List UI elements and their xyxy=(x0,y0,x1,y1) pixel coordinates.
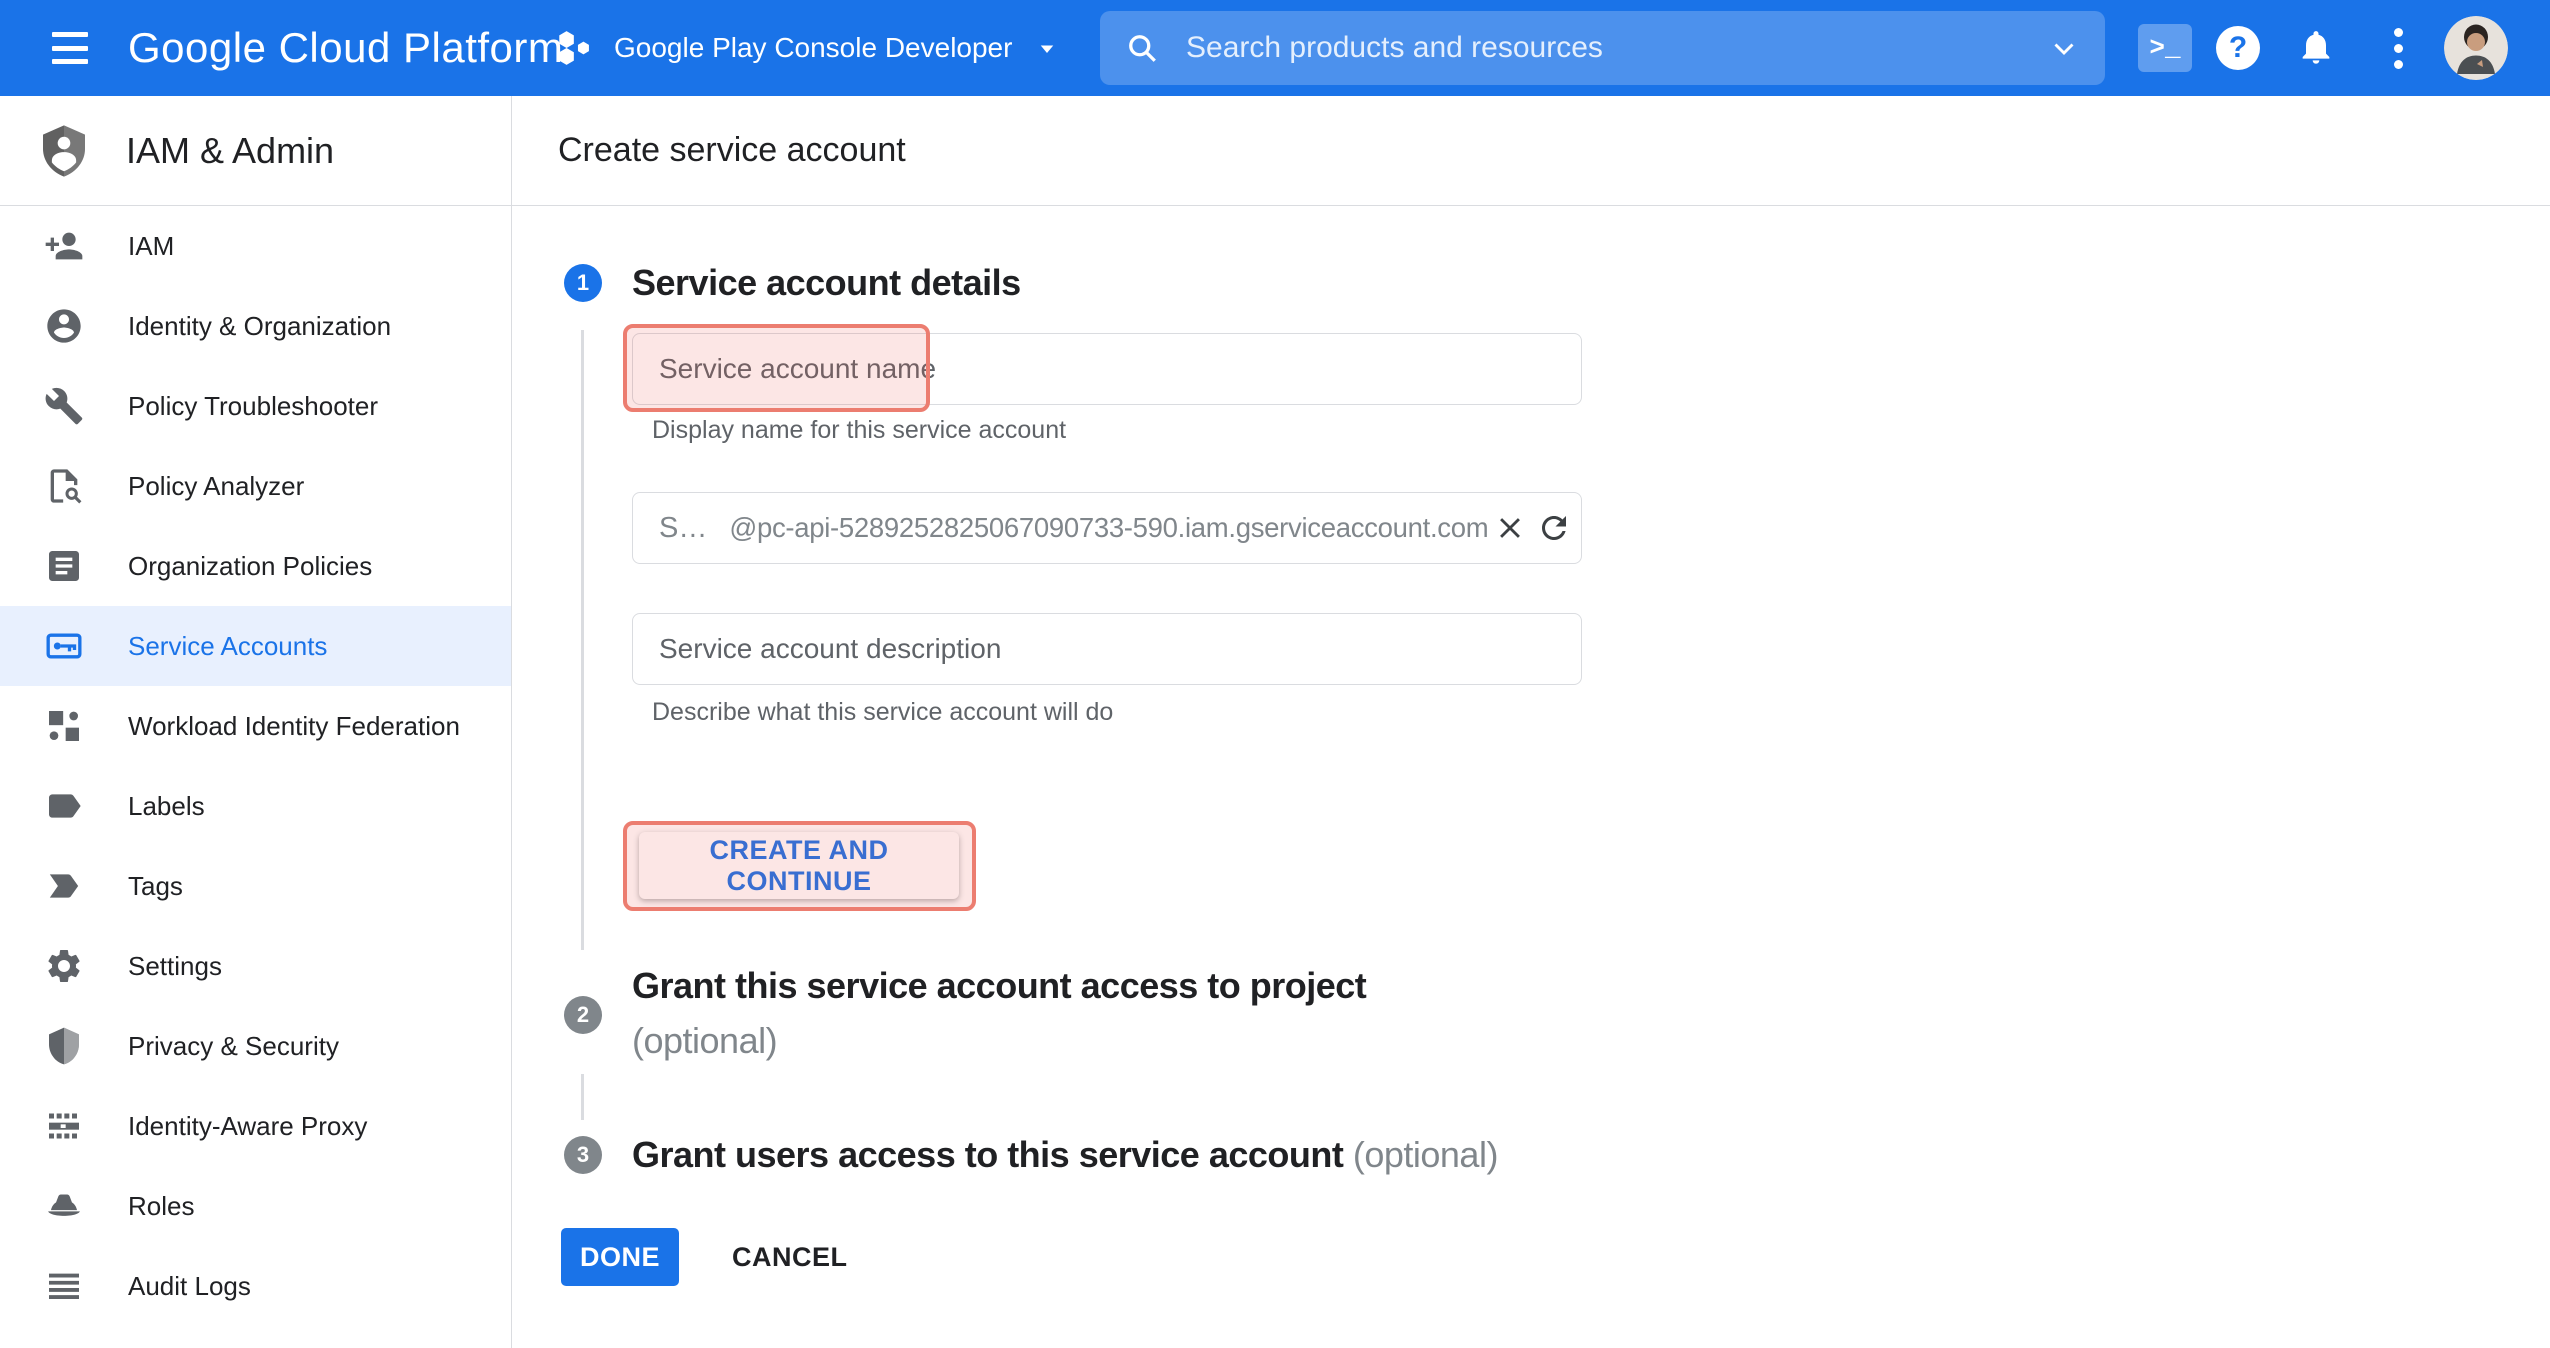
sidebar-header: IAM & Admin xyxy=(0,96,511,206)
cancel-button[interactable]: CANCEL xyxy=(708,1228,872,1286)
sidebar-item-label: Service Accounts xyxy=(128,631,327,662)
sidebar-item-label: Labels xyxy=(128,791,205,822)
sidebar-item-label: Policy Troubleshooter xyxy=(128,391,378,422)
sidebar-item-identity-organization[interactable]: Identity & Organization xyxy=(0,286,511,366)
doc-search-icon xyxy=(44,466,84,506)
sidebar-item-label: Privacy & Security xyxy=(128,1031,339,1062)
sidebar-item-label: Policy Analyzer xyxy=(128,471,304,502)
name-helper-text: Display name for this service account xyxy=(652,416,1066,445)
audit-logs-icon xyxy=(44,1266,84,1306)
step-3-badge: 3 xyxy=(564,1136,602,1174)
gcp-console: Google Cloud Platform Google Play Consol… xyxy=(0,0,2550,1348)
search-icon xyxy=(1124,30,1160,66)
step-3-title-text: Grant users access to this service accou… xyxy=(632,1134,1343,1175)
workload-identity-icon xyxy=(44,706,84,746)
sidebar-item-policy-analyzer[interactable]: Policy Analyzer xyxy=(0,446,511,526)
main-header: Create service account xyxy=(512,96,2550,206)
sidebar-item-tags[interactable]: Tags xyxy=(0,846,511,926)
project-hexagons-icon xyxy=(556,29,594,67)
service-account-name-input[interactable] xyxy=(632,333,1582,405)
page-title: Create service account xyxy=(558,131,906,170)
menu-icon[interactable] xyxy=(52,29,92,67)
step-2-title: Grant this service account access to pro… xyxy=(632,958,1366,1013)
account-circle-icon xyxy=(44,306,84,346)
caret-down-icon xyxy=(1032,33,1062,63)
wrench-icon xyxy=(44,386,84,426)
sidebar-item-workload-identity-federation[interactable]: Workload Identity Federation xyxy=(0,686,511,766)
project-name: Google Play Console Developer xyxy=(614,32,1012,64)
create-and-continue-button[interactable]: CREATE AND CONTINUE xyxy=(639,832,959,899)
refresh-icon xyxy=(1536,510,1572,546)
sidebar-item-policy-troubleshooter[interactable]: Policy Troubleshooter xyxy=(0,366,511,446)
done-button[interactable]: DONE xyxy=(561,1228,679,1286)
sidebar-item-service-accounts[interactable]: Service Accounts xyxy=(0,606,511,686)
step-1-badge: 1 xyxy=(564,264,602,302)
create-service-account-form: 1 Service account details Display name f… xyxy=(512,206,2550,1348)
notifications-bell-icon[interactable] xyxy=(2294,26,2338,70)
stepper-line-2 xyxy=(581,1074,584,1120)
user-avatar[interactable] xyxy=(2444,16,2508,80)
close-icon xyxy=(1493,511,1527,545)
step-1-title: Service account details xyxy=(632,262,1021,304)
service-account-id-prefix: S… xyxy=(659,512,707,545)
sidebar-item-label: Settings xyxy=(128,951,222,982)
sidebar-item-label: Organization Policies xyxy=(128,551,372,582)
search-bar[interactable] xyxy=(1100,11,2105,85)
role-hat-icon xyxy=(44,1186,84,1226)
step-3-optional: (optional) xyxy=(1353,1134,1498,1175)
sidebar-item-label: IAM xyxy=(128,231,174,262)
sidebar-item-label: Audit Logs xyxy=(128,1271,251,1302)
sidebar: IAM & Admin IAM Identity & Organization … xyxy=(0,96,512,1348)
sidebar-item-label: Tags xyxy=(128,871,183,902)
gcp-logo[interactable]: Google Cloud Platform xyxy=(128,0,563,96)
topbar: Google Cloud Platform Google Play Consol… xyxy=(0,0,2550,96)
sidebar-item-label: Workload Identity Federation xyxy=(128,711,460,742)
help-icon[interactable]: ? xyxy=(2216,26,2260,70)
service-account-id-field[interactable]: S… @pc-api-5289252825067090733-590.iam.g… xyxy=(632,492,1582,564)
article-icon xyxy=(44,546,84,586)
step-2-header: Grant this service account access to pro… xyxy=(632,958,1366,1068)
service-account-id-domain: @pc-api-5289252825067090733-590.iam.gser… xyxy=(729,512,1488,544)
gear-icon xyxy=(44,946,84,986)
sidebar-item-privacy-security[interactable]: Privacy & Security xyxy=(0,1006,511,1086)
sidebar-item-label: Identity-Aware Proxy xyxy=(128,1111,367,1142)
step-2-badge: 2 xyxy=(564,996,602,1034)
service-account-description-input[interactable] xyxy=(632,613,1582,685)
step-1-header: 1 Service account details xyxy=(564,262,1021,304)
sidebar-item-label: Identity & Organization xyxy=(128,311,391,342)
sidebar-item-labels[interactable]: Labels xyxy=(0,766,511,846)
clear-id-button[interactable] xyxy=(1488,506,1532,550)
sidebar-title: IAM & Admin xyxy=(126,130,334,172)
sidebar-item-organization-policies[interactable]: Organization Policies xyxy=(0,526,511,606)
step-3-title: Grant users access to this service accou… xyxy=(632,1134,1498,1176)
service-account-key-icon xyxy=(44,626,84,666)
sidebar-item-settings[interactable]: Settings xyxy=(0,926,511,1006)
sidebar-item-iam[interactable]: IAM xyxy=(0,206,511,286)
description-helper-text: Describe what this service account will … xyxy=(652,698,1113,727)
step-3-header: 3 Grant users access to this service acc… xyxy=(564,1132,1498,1178)
sidebar-item-audit-logs[interactable]: Audit Logs xyxy=(0,1246,511,1326)
sidebar-item-label: Roles xyxy=(128,1191,194,1222)
iap-icon xyxy=(44,1106,84,1146)
search-input[interactable] xyxy=(1186,31,2047,65)
person-add-icon xyxy=(44,226,84,266)
tag-icon xyxy=(44,866,84,906)
chevron-down-icon[interactable] xyxy=(2047,31,2081,65)
sidebar-nav: IAM Identity & Organization Policy Troub… xyxy=(0,206,511,1326)
shield-icon xyxy=(44,1026,84,1066)
main-panel: Create service account 1 Service account… xyxy=(512,96,2550,1348)
stepper-line xyxy=(581,330,584,950)
sidebar-item-roles[interactable]: Roles xyxy=(0,1166,511,1246)
kebab-menu-icon[interactable] xyxy=(2388,26,2408,70)
iam-shield-icon xyxy=(36,123,92,179)
step-2-optional: (optional) xyxy=(632,1013,1366,1068)
sidebar-item-identity-aware-proxy[interactable]: Identity-Aware Proxy xyxy=(0,1086,511,1166)
project-selector[interactable]: Google Play Console Developer xyxy=(556,0,1062,96)
label-icon xyxy=(44,786,84,826)
cloud-shell-icon[interactable]: >_ xyxy=(2138,24,2192,72)
regenerate-id-button[interactable] xyxy=(1532,506,1576,550)
